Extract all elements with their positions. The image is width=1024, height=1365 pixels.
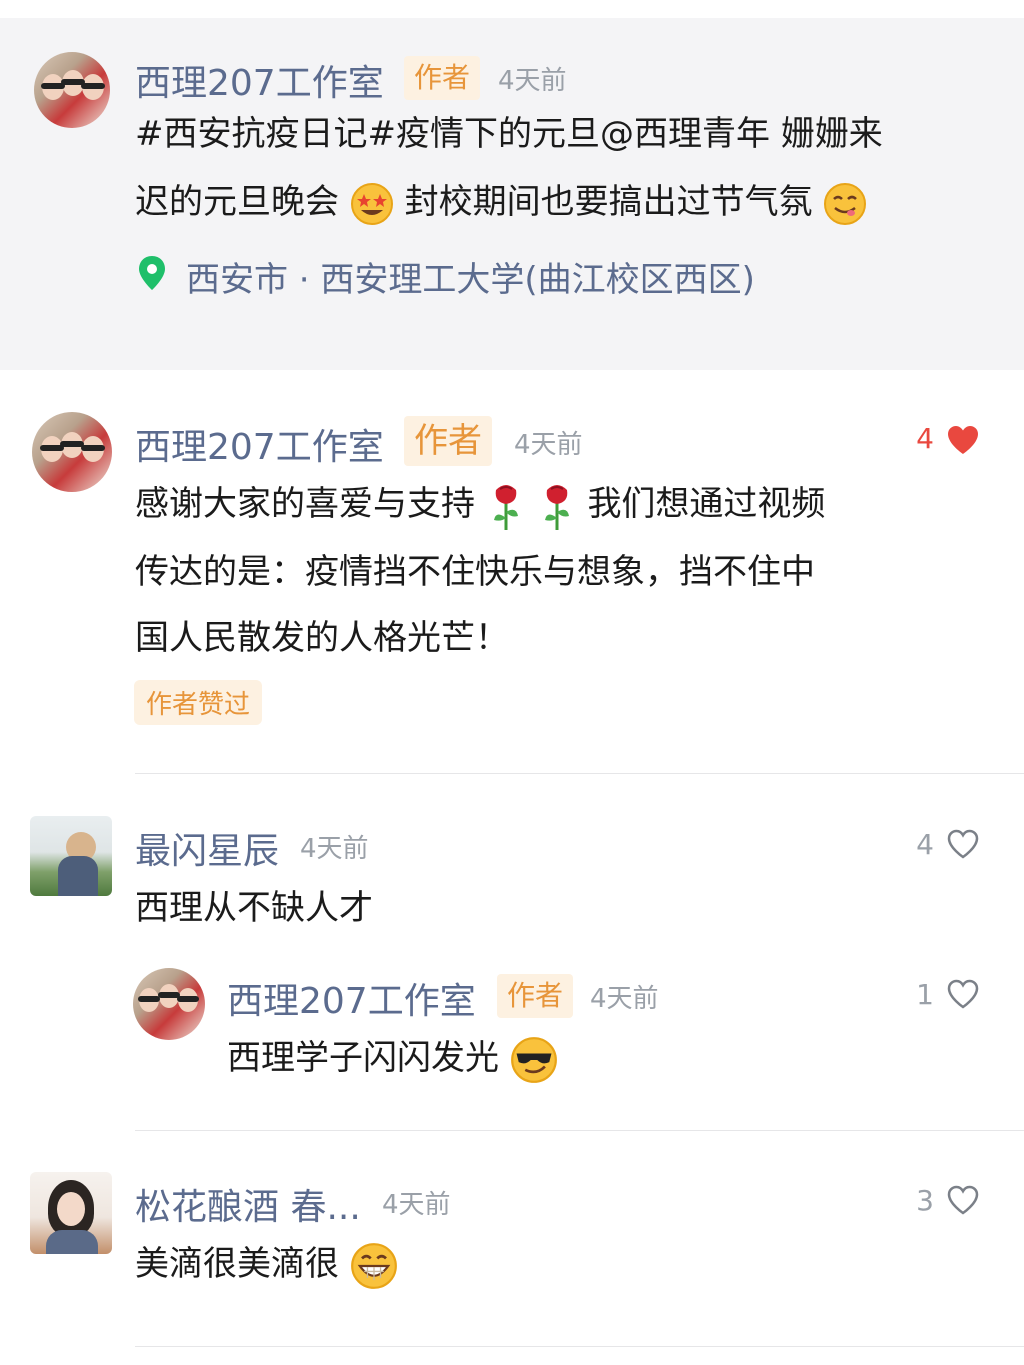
yum-emoji-icon	[824, 182, 867, 225]
reply-text-line: 西理学子闪闪发光	[227, 1024, 558, 1092]
author-avatar[interactable]	[34, 52, 110, 128]
comment-1-line-1b: 我们想通过视频	[587, 484, 826, 524]
rose-emoji-icon	[493, 484, 518, 530]
post-text-line-1: #西安抗疫日记#疫情下的元旦@西理青年 姗姗来	[135, 114, 883, 154]
post-text-line-2: 迟的元旦晚会 封校期间也要搞出过节气氛	[135, 168, 867, 236]
comment-3-like-count: 3	[916, 1184, 934, 1217]
rose-emoji-icon	[544, 484, 569, 530]
divider	[135, 1130, 1024, 1131]
comment-2-avatar[interactable]	[30, 816, 112, 896]
comment-2-author[interactable]: 最闪星辰	[135, 822, 279, 874]
sunglasses-emoji-icon	[510, 1036, 557, 1083]
divider	[135, 773, 1024, 774]
location-pin-icon	[139, 256, 165, 290]
comment-1-line-3: 国人民散发的人格光芒！	[135, 618, 509, 658]
comment-3-text-line: 美滴很美滴很	[135, 1230, 398, 1298]
divider	[135, 1346, 1024, 1347]
heart-outline-icon[interactable]	[946, 978, 980, 1010]
heart-outline-icon[interactable]	[946, 828, 980, 860]
grinning-emoji-icon	[350, 1242, 397, 1289]
comment-1-author[interactable]: 西理207工作室	[135, 418, 384, 470]
comment-2-like-count: 4	[916, 828, 934, 861]
comment-2-text: 西理从不缺人才	[135, 888, 373, 928]
comment-1-author-badge: 作者	[404, 416, 492, 466]
comment-1-line-2: 传达的是：疫情挡不住快乐与想象，挡不住中	[135, 552, 815, 592]
comment-1-line-1: 感谢大家的喜爱与支持 我们想通过视频	[135, 470, 825, 538]
reply-text: 西理学子闪闪发光	[227, 1038, 499, 1078]
comment-3-time: 4天前	[382, 1190, 451, 1220]
comment-1-line-1a: 感谢大家的喜爱与支持	[135, 484, 475, 524]
comment-3-text: 美滴很美滴很	[135, 1244, 339, 1284]
comment-1-time: 4天前	[514, 430, 583, 460]
reply-avatar[interactable]	[133, 968, 205, 1040]
comment-3-avatar[interactable]	[30, 1172, 112, 1254]
post-author-name[interactable]: 西理207工作室	[135, 54, 384, 106]
reply-author-badge: 作者	[497, 974, 574, 1018]
comment-1-like-count: 4	[916, 422, 934, 455]
star-struck-emoji-icon	[350, 182, 393, 225]
reply-time: 4天前	[590, 984, 659, 1014]
author-liked-badge: 作者赞过	[134, 680, 263, 725]
comment-2-time: 4天前	[300, 834, 369, 864]
post-text-line-2a: 迟的元旦晚会	[135, 182, 339, 222]
reply-author[interactable]: 西理207工作室	[227, 972, 476, 1024]
reply-like-count: 1	[916, 978, 934, 1011]
heart-filled-icon[interactable]	[946, 424, 980, 456]
post-location[interactable]: 西安市 · 西安理工大学(曲江校区西区)	[186, 252, 755, 301]
post-time: 4天前	[498, 66, 567, 96]
comment-3-author[interactable]: 松花酿酒 春...	[135, 1178, 361, 1230]
heart-outline-icon[interactable]	[946, 1184, 980, 1216]
post-text-line-2b: 封校期间也要搞出过节气氛	[404, 182, 813, 222]
post-card: 西理207工作室 作者 4天前 #西安抗疫日记#疫情下的元旦@西理青年 姗姗来 …	[0, 18, 1024, 370]
comment-1-avatar[interactable]	[32, 412, 112, 492]
author-badge: 作者	[404, 56, 481, 100]
